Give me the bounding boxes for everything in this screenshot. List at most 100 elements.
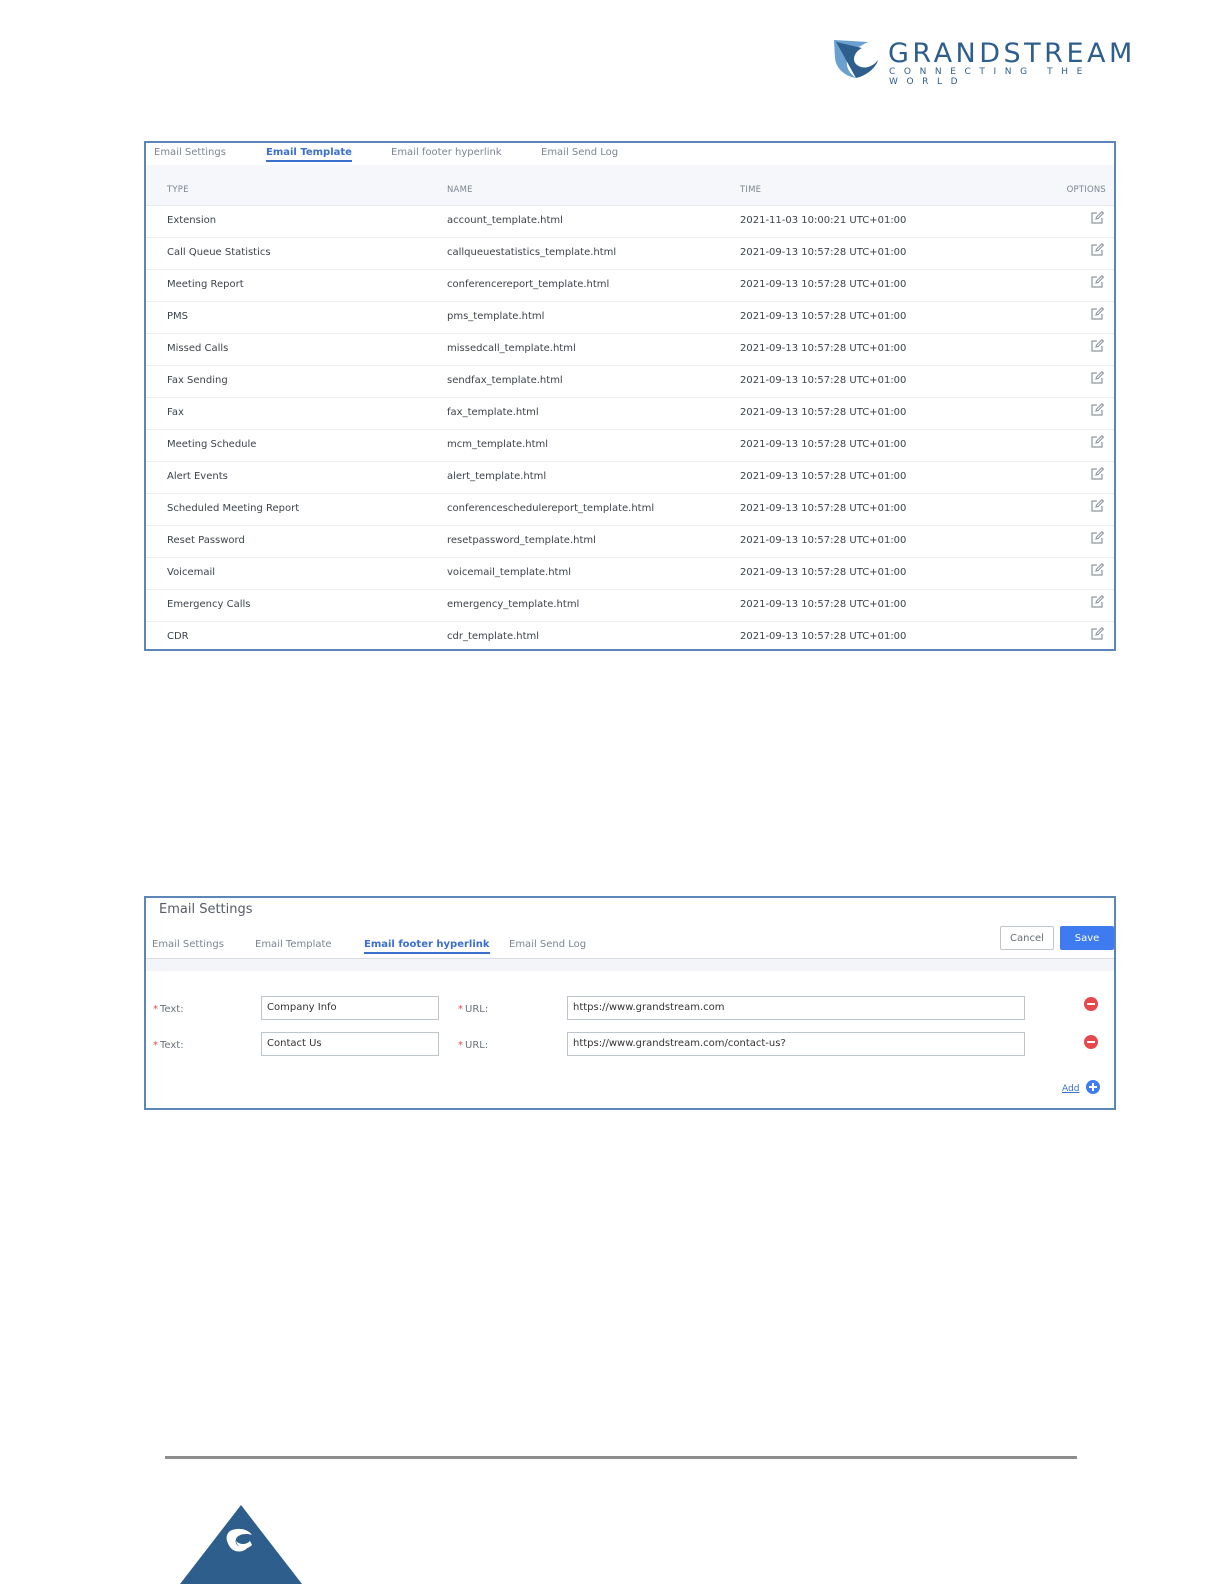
table-row: Call Queue Statistics callqueuestatistics… [146,237,1114,270]
required-mark: * [458,1004,463,1015]
column-header-options: OPTIONS [1066,185,1106,195]
email-footer-hyperlink-panel: Email Settings Cancel Save Email Setting… [144,896,1116,1110]
cell-name: pms_template.html [447,311,545,322]
table-row: CDR cdr_template.html 2021-09-13 10:57:28 … [146,621,1114,653]
table-row: Fax Sending sendfax_template.html 2021-09-… [146,365,1114,398]
cell-time: 2021-09-13 10:57:28 UTC+01:00 [740,439,907,450]
cell-type: PMS [167,311,189,322]
cell-name: mcm_template.html [447,439,549,450]
text-label-caption: Text: [160,1040,184,1051]
footer-rule [165,1456,1077,1459]
cell-time: 2021-09-13 10:57:28 UTC+01:00 [740,343,907,354]
link-text-field[interactable]: Company Info [261,996,439,1020]
cell-type: Voicemail [167,567,216,578]
table-row: Emergency Calls emergency_template.html 20… [146,589,1114,622]
cell-time: 2021-09-13 10:57:28 UTC+01:00 [740,503,907,514]
tab-bar: Email Settings Email Template Email foot… [146,936,1114,959]
edit-icon[interactable] [1090,307,1104,321]
remove-link-icon[interactable] [1084,997,1098,1011]
cell-type: Fax Sending [167,375,228,386]
tab-email-footer-hyperlink[interactable]: Email footer hyperlink [364,939,490,954]
cell-type: Missed Calls [167,343,229,354]
logo-tagline: CONNECTING THE WORLD [889,67,1091,87]
cell-name: resetpassword_template.html [447,535,596,546]
column-header-name[interactable]: NAME [447,185,473,195]
cell-name: missedcall_template.html [447,343,576,354]
edit-icon[interactable] [1090,531,1104,545]
table-row: Missed Calls missedcall_template.html 2021… [146,333,1114,366]
cell-time: 2021-09-13 10:57:28 UTC+01:00 [740,375,907,386]
tab-bar: Email Settings Email Template Email foot… [146,143,1114,166]
edit-icon[interactable] [1090,243,1104,257]
cell-type: Extension [167,215,217,226]
table-row: Meeting Schedule mcm_template.html 2021-09… [146,429,1114,462]
edit-icon[interactable] [1090,403,1104,417]
cell-time: 2021-09-13 10:57:28 UTC+01:00 [740,247,907,258]
add-link[interactable]: Add [1062,1084,1079,1094]
cell-time: 2021-09-13 10:57:28 UTC+01:00 [740,567,907,578]
panel-title: Email Settings [159,902,253,917]
cell-name: callqueuestatistics_template.html [447,247,617,258]
cell-name: account_template.html [447,215,563,226]
tab-email-footer-hyperlink[interactable]: Email footer hyperlink [391,147,502,158]
cell-time: 2021-09-13 10:57:28 UTC+01:00 [740,631,907,642]
cell-name: fax_template.html [447,407,539,418]
link-text-field[interactable]: Contact Us [261,1032,439,1056]
cell-type: Emergency Calls [167,599,251,610]
column-header-time[interactable]: TIME [740,185,761,195]
logo-name: GRANDSTREAM [888,38,1136,69]
edit-icon[interactable] [1090,595,1104,609]
cell-time: 2021-09-13 10:57:28 UTC+01:00 [740,311,907,322]
tab-email-send-log[interactable]: Email Send Log [541,147,618,158]
tab-email-send-log[interactable]: Email Send Log [509,939,586,950]
edit-icon[interactable] [1090,467,1104,481]
cell-name: conferencereport_template.html [447,279,610,290]
url-label-caption: URL: [465,1040,489,1051]
required-mark: * [153,1004,158,1015]
grandstream-mark-icon [834,40,878,78]
required-mark: * [458,1040,463,1051]
table-row: Scheduled Meeting Report conferenceschedu… [146,493,1114,526]
link-url-field[interactable]: https://www.grandstream.com [567,996,1025,1020]
cell-type: Scheduled Meeting Report [167,503,300,514]
link-url-field[interactable]: https://www.grandstream.com/contact-us? [567,1032,1025,1056]
cell-type: Meeting Schedule [167,439,257,450]
table-row: PMS pms_template.html 2021-09-13 10:57:28 … [146,301,1114,334]
edit-icon[interactable] [1090,211,1104,225]
edit-icon[interactable] [1090,499,1104,513]
edit-icon[interactable] [1090,435,1104,449]
cell-name: emergency_template.html [447,599,580,610]
edit-icon[interactable] [1090,627,1104,641]
tab-email-settings[interactable]: Email Settings [154,147,226,158]
section-divider [146,959,1114,971]
table-row: Fax fax_template.html 2021-09-13 10:57:28 … [146,397,1114,430]
grandstream-logo: GRANDSTREAM CONNECTING THE WORLD [832,38,1162,87]
edit-icon[interactable] [1090,339,1104,353]
table-row: Voicemail voicemail_template.html 2021-09-… [146,557,1114,590]
cell-time: 2021-09-13 10:57:28 UTC+01:00 [740,407,907,418]
cell-time: 2021-09-13 10:57:28 UTC+01:00 [740,471,907,482]
remove-link-icon[interactable] [1084,1035,1098,1049]
email-template-panel: Email Settings Email Template Email foot… [144,141,1116,651]
table-row: Alert Events alert_template.html 2021-09-1… [146,461,1114,494]
cell-name: sendfax_template.html [447,375,563,386]
edit-icon[interactable] [1090,371,1104,385]
table-row: Reset Password resetpassword_template.htm… [146,525,1114,558]
cell-time: 2021-09-13 10:57:28 UTC+01:00 [740,599,907,610]
cell-name: conferenceschedulereport_template.html [447,503,655,514]
tab-email-template[interactable]: Email Template [255,939,332,950]
url-label: * URL: [458,1040,488,1051]
cell-type: Meeting Report [167,279,244,290]
cell-name: cdr_template.html [447,631,540,642]
tab-email-template[interactable]: Email Template [266,147,352,162]
edit-icon[interactable] [1090,563,1104,577]
tab-email-settings[interactable]: Email Settings [152,939,224,950]
cell-type: Alert Events [167,471,228,482]
cell-time: 2021-11-03 10:00:21 UTC+01:00 [740,215,907,226]
cell-type: Reset Password [167,535,245,546]
grandstream-mark-icon [180,1505,302,1584]
add-icon[interactable] [1086,1080,1100,1094]
edit-icon[interactable] [1090,275,1104,289]
column-header-type[interactable]: TYPE [167,185,189,195]
cell-name: voicemail_template.html [447,567,571,578]
